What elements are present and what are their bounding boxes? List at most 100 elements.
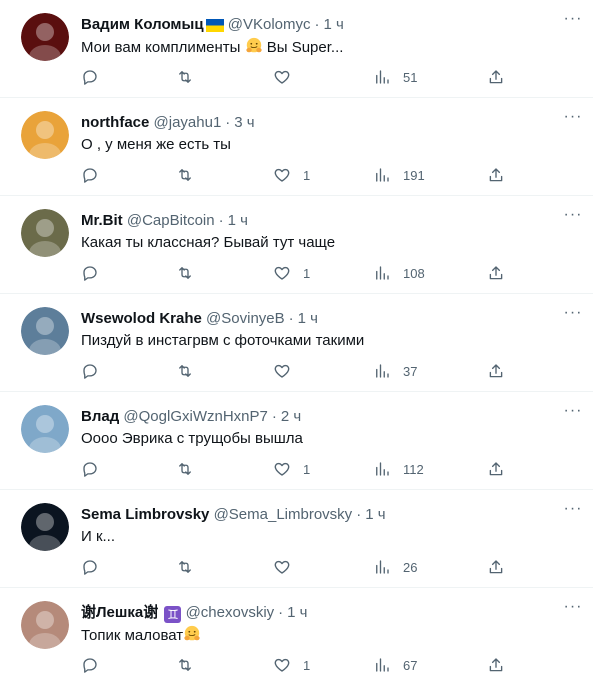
reply-tweet[interactable]: Mr.Bit @CapBitcoin · 1 ч ··· Какая ты клас… <box>0 196 593 294</box>
user-handle[interactable]: @chexovskiy <box>186 604 275 621</box>
reply-icon <box>83 70 97 85</box>
timestamp[interactable]: 2 ч <box>281 408 301 425</box>
display-name[interactable]: northface <box>81 114 149 131</box>
retweet-button[interactable] <box>176 163 194 187</box>
avatar[interactable] <box>21 13 69 61</box>
views-button[interactable]: 26 <box>373 555 417 579</box>
heart-icon <box>274 462 290 476</box>
user-handle[interactable]: @VKolomyc <box>228 16 311 33</box>
reply-tweet[interactable]: Влад @QoglGxiWznHxnP7 · 2 ч ··· Оооо Эврик… <box>0 392 593 490</box>
like-button[interactable]: 1 <box>273 261 310 285</box>
views-button[interactable]: 112 <box>373 457 424 481</box>
timestamp[interactable]: 1 ч <box>323 16 343 33</box>
share-button[interactable] <box>487 555 505 579</box>
tweet-header: 谢Лешка谢 ♊ @chexovskiy · 1 ч <box>81 603 553 623</box>
more-icon[interactable]: ··· <box>563 501 583 522</box>
more-icon[interactable]: ··· <box>563 403 583 424</box>
display-name[interactable]: Вадим Коломыц <box>81 16 204 33</box>
reply-button[interactable] <box>81 65 99 89</box>
like-button[interactable] <box>273 359 303 383</box>
more-icon[interactable]: ··· <box>563 207 583 228</box>
display-name[interactable]: Sema Limbrovsky <box>81 506 209 523</box>
user-handle[interactable]: @jayahu1 <box>154 114 222 131</box>
more-icon[interactable]: ··· <box>563 305 583 326</box>
tweet-text-part: Мои вам комплименты <box>81 39 245 56</box>
heart-icon <box>274 560 290 574</box>
display-name[interactable]: Влад <box>81 408 119 425</box>
retweet-button[interactable] <box>176 65 194 89</box>
user-handle[interactable]: @CapBitcoin <box>127 212 215 229</box>
reply-tweet[interactable]: Wsewolod Krahe @SovinyeB · 1 ч ··· Пиздуй … <box>0 294 593 392</box>
views-button[interactable]: 108 <box>373 261 425 285</box>
timestamp[interactable]: 3 ч <box>234 114 254 131</box>
user-handle[interactable]: @SovinyeB <box>206 310 285 327</box>
separator-dot: · <box>314 16 320 33</box>
reply-feed: Вадим Коломыц @VKolomyc · 1 ч ··· Мои вам … <box>0 0 593 686</box>
action-bar: 37 <box>81 359 593 383</box>
user-handle[interactable]: @Sema_Limbrovsky <box>214 506 353 523</box>
avatar[interactable] <box>21 405 69 453</box>
more-icon[interactable]: ··· <box>563 11 583 32</box>
avatar[interactable] <box>21 601 69 649</box>
reply-button[interactable] <box>81 261 99 285</box>
share-icon <box>489 266 503 280</box>
tweet-text: Топик маловат <box>81 625 553 646</box>
more-icon[interactable]: ··· <box>563 109 583 130</box>
reply-tweet[interactable]: Sema Limbrovsky @Sema_Limbrovsky · 1 ч ···… <box>0 490 593 588</box>
like-count: 1 <box>303 657 311 673</box>
like-button[interactable]: 1 <box>273 163 310 187</box>
views-count: 108 <box>403 265 425 281</box>
reply-icon <box>83 266 97 281</box>
timestamp[interactable]: 1 ч <box>228 212 248 229</box>
timestamp[interactable]: 1 ч <box>287 604 307 621</box>
views-count: 191 <box>403 167 425 183</box>
reply-button[interactable] <box>81 653 99 677</box>
reply-button[interactable] <box>81 457 99 481</box>
views-button[interactable]: 191 <box>373 163 425 187</box>
share-button[interactable] <box>487 261 505 285</box>
reply-tweet[interactable]: northface @jayahu1 · 3 ч ··· О , у меня же… <box>0 98 593 196</box>
retweet-button[interactable] <box>176 653 194 677</box>
action-bar: 51 <box>81 65 593 89</box>
like-button[interactable]: 1 <box>273 653 310 677</box>
avatar[interactable] <box>21 503 69 551</box>
tweet-text: И к... <box>81 528 116 545</box>
share-button[interactable] <box>487 653 505 677</box>
heart-icon <box>274 266 290 280</box>
reply-tweet[interactable]: 谢Лешка谢 ♊ @chexovskiy · 1 ч ··· Топик мало… <box>0 588 593 686</box>
share-icon <box>489 462 503 476</box>
user-handle[interactable]: @QoglGxiWznHxnP7 <box>123 408 267 425</box>
reply-button[interactable] <box>81 359 99 383</box>
retweet-button[interactable] <box>176 359 194 383</box>
share-icon <box>489 364 503 378</box>
avatar[interactable] <box>21 111 69 159</box>
tweet-header: Вадим Коломыц @VKolomyc · 1 ч <box>81 15 553 35</box>
display-name[interactable]: 谢Лешка谢 <box>81 604 158 621</box>
like-button[interactable] <box>273 65 303 89</box>
heart-icon <box>274 168 290 182</box>
views-button[interactable]: 37 <box>373 359 417 383</box>
views-button[interactable]: 51 <box>373 65 417 89</box>
views-button[interactable]: 67 <box>373 653 417 677</box>
retweet-button[interactable] <box>176 555 194 579</box>
timestamp[interactable]: 1 ч <box>298 310 318 327</box>
display-name[interactable]: Mr.Bit <box>81 212 123 229</box>
retweet-button[interactable] <box>176 457 194 481</box>
retweet-button[interactable] <box>176 261 194 285</box>
share-button[interactable] <box>487 359 505 383</box>
share-button[interactable] <box>487 457 505 481</box>
hugging-emoji-icon <box>184 625 200 641</box>
avatar[interactable] <box>21 307 69 355</box>
views-count: 67 <box>403 657 418 673</box>
share-button[interactable] <box>487 65 505 89</box>
reply-button[interactable] <box>81 555 99 579</box>
like-button[interactable]: 1 <box>273 457 310 481</box>
timestamp[interactable]: 1 ч <box>365 506 385 523</box>
like-button[interactable] <box>273 555 303 579</box>
reply-button[interactable] <box>81 163 99 187</box>
display-name[interactable]: Wsewolod Krahe <box>81 310 202 327</box>
share-button[interactable] <box>487 163 505 187</box>
more-icon[interactable]: ··· <box>563 599 583 620</box>
avatar[interactable] <box>21 209 69 257</box>
reply-tweet[interactable]: Вадим Коломыц @VKolomyc · 1 ч ··· Мои вам … <box>0 0 593 98</box>
